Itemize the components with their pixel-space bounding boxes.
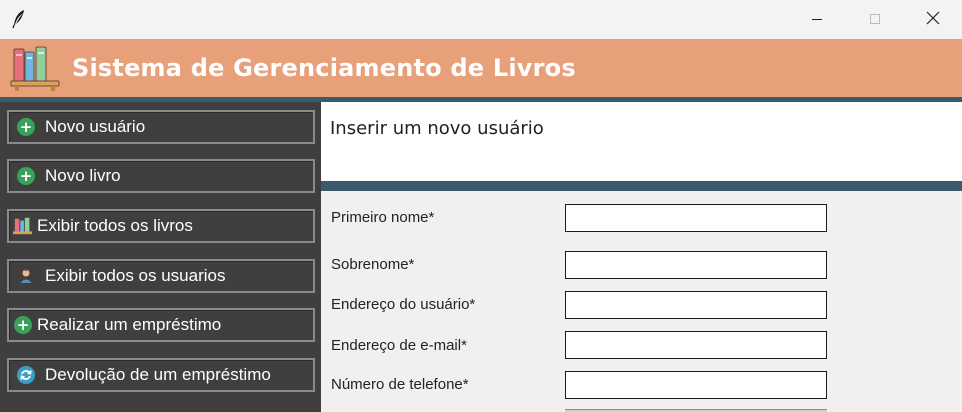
sidebar: + Novo usuário + Novo livro Exibir todos… xyxy=(0,102,321,412)
window-title-bar xyxy=(0,0,962,39)
sidebar-item-show-books[interactable]: Exibir todos os livros xyxy=(7,209,315,243)
minimize-button[interactable] xyxy=(794,0,840,39)
add-icon: + xyxy=(13,315,33,335)
sidebar-item-label: Realizar um empréstimo xyxy=(37,315,222,334)
sidebar-item-label: Novo usuário xyxy=(45,117,146,136)
sidebar-item-label: Devolução de um empréstimo xyxy=(45,365,271,384)
last-name-label: Sobrenome* xyxy=(331,256,415,273)
bookshelf-logo-icon xyxy=(10,43,60,93)
maximize-icon xyxy=(869,10,881,29)
main-divider xyxy=(321,181,962,191)
address-field[interactable] xyxy=(565,291,827,319)
close-button[interactable] xyxy=(910,0,956,39)
first-name-label: Primeiro nome* xyxy=(331,209,435,226)
maximize-button[interactable] xyxy=(852,0,898,39)
close-icon xyxy=(926,10,940,29)
app-title: Sistema de Gerenciamento de Livros xyxy=(72,54,576,82)
sidebar-item-return-loan[interactable]: Devolução de um empréstimo xyxy=(7,358,315,392)
sidebar-item-show-users[interactable]: Exibir todos os usuarios xyxy=(7,259,315,293)
app-header: Sistema de Gerenciamento de Livros xyxy=(0,39,962,97)
phone-field[interactable] xyxy=(565,371,827,399)
address-label: Endereço do usuário* xyxy=(331,296,476,313)
email-label: Endereço de e-mail* xyxy=(331,337,467,354)
sidebar-item-label: Exibir todos os usuarios xyxy=(45,266,226,285)
sidebar-item-make-loan[interactable]: + Realizar um empréstimo xyxy=(7,308,315,342)
add-icon: + xyxy=(16,166,36,186)
sidebar-item-label: Exibir todos os livros xyxy=(37,216,193,235)
email-field[interactable] xyxy=(565,331,827,359)
sidebar-item-label: Novo livro xyxy=(45,166,121,185)
main-header-panel: Inserir um novo usuário xyxy=(321,102,962,181)
last-name-field[interactable] xyxy=(565,251,827,279)
feather-icon xyxy=(12,9,26,29)
add-icon: + xyxy=(16,117,36,137)
refresh-icon xyxy=(16,365,36,385)
user-icon xyxy=(16,266,36,286)
minimize-icon xyxy=(811,10,823,29)
sidebar-item-new-book[interactable]: + Novo livro xyxy=(7,159,315,193)
first-name-field[interactable] xyxy=(565,204,827,232)
phone-label: Número de telefone* xyxy=(331,376,469,393)
page-title: Inserir um novo usuário xyxy=(330,118,544,139)
sidebar-item-new-user[interactable]: + Novo usuário xyxy=(7,110,315,144)
books-icon xyxy=(13,216,33,236)
